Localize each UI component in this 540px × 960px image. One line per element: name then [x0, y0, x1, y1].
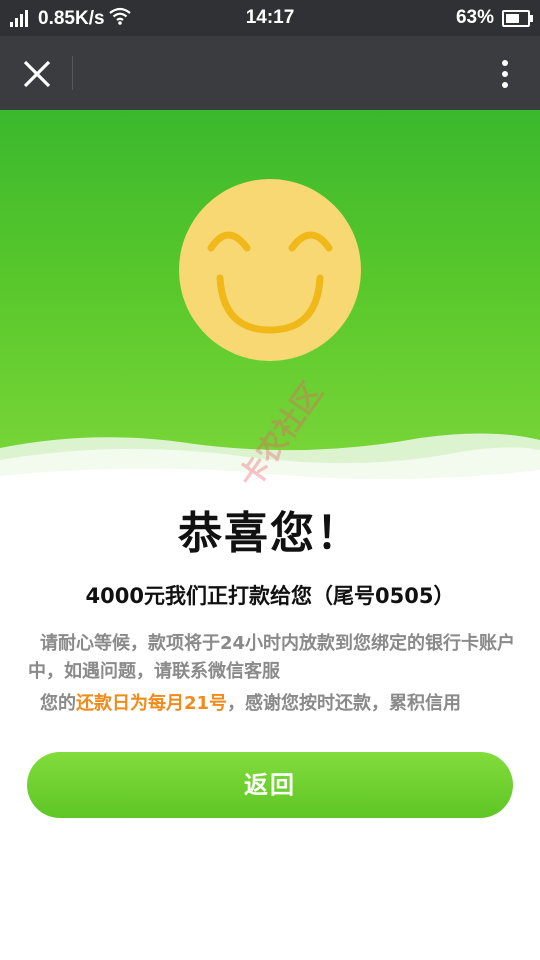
back-button[interactable]: 返回	[27, 752, 513, 818]
transfer-amount-text: 4000元我们正打款给您（尾号0505）	[85, 584, 455, 608]
battery-percent: 63%	[455, 7, 494, 28]
app-bar-divider	[72, 56, 73, 90]
more-button[interactable]	[490, 55, 520, 93]
repayment-prefix: 您的	[40, 693, 76, 714]
battery-icon	[502, 9, 533, 27]
repayment-suffix: ，感谢您按时还款，累积信用	[227, 693, 462, 714]
more-vertical-icon	[502, 60, 508, 88]
close-icon	[23, 60, 51, 88]
smiley-face-icon	[179, 179, 361, 361]
status-right: 63%	[455, 7, 533, 29]
success-headline: 恭喜您！	[178, 508, 362, 559]
close-button[interactable]	[18, 55, 56, 93]
repayment-date-highlight: 还款日为每月21号	[76, 693, 228, 714]
repayment-text: 您的还款日为每月21号，感谢您按时还款，累积信用	[28, 690, 530, 718]
notice-text: 请耐心等候，款项将于24小时内放款到您绑定的银行卡账户中，如遇问题，请联系微信客…	[28, 633, 516, 682]
status-bar: 0.85K/s 14:17 63%	[0, 0, 540, 36]
app-bar	[0, 36, 540, 110]
